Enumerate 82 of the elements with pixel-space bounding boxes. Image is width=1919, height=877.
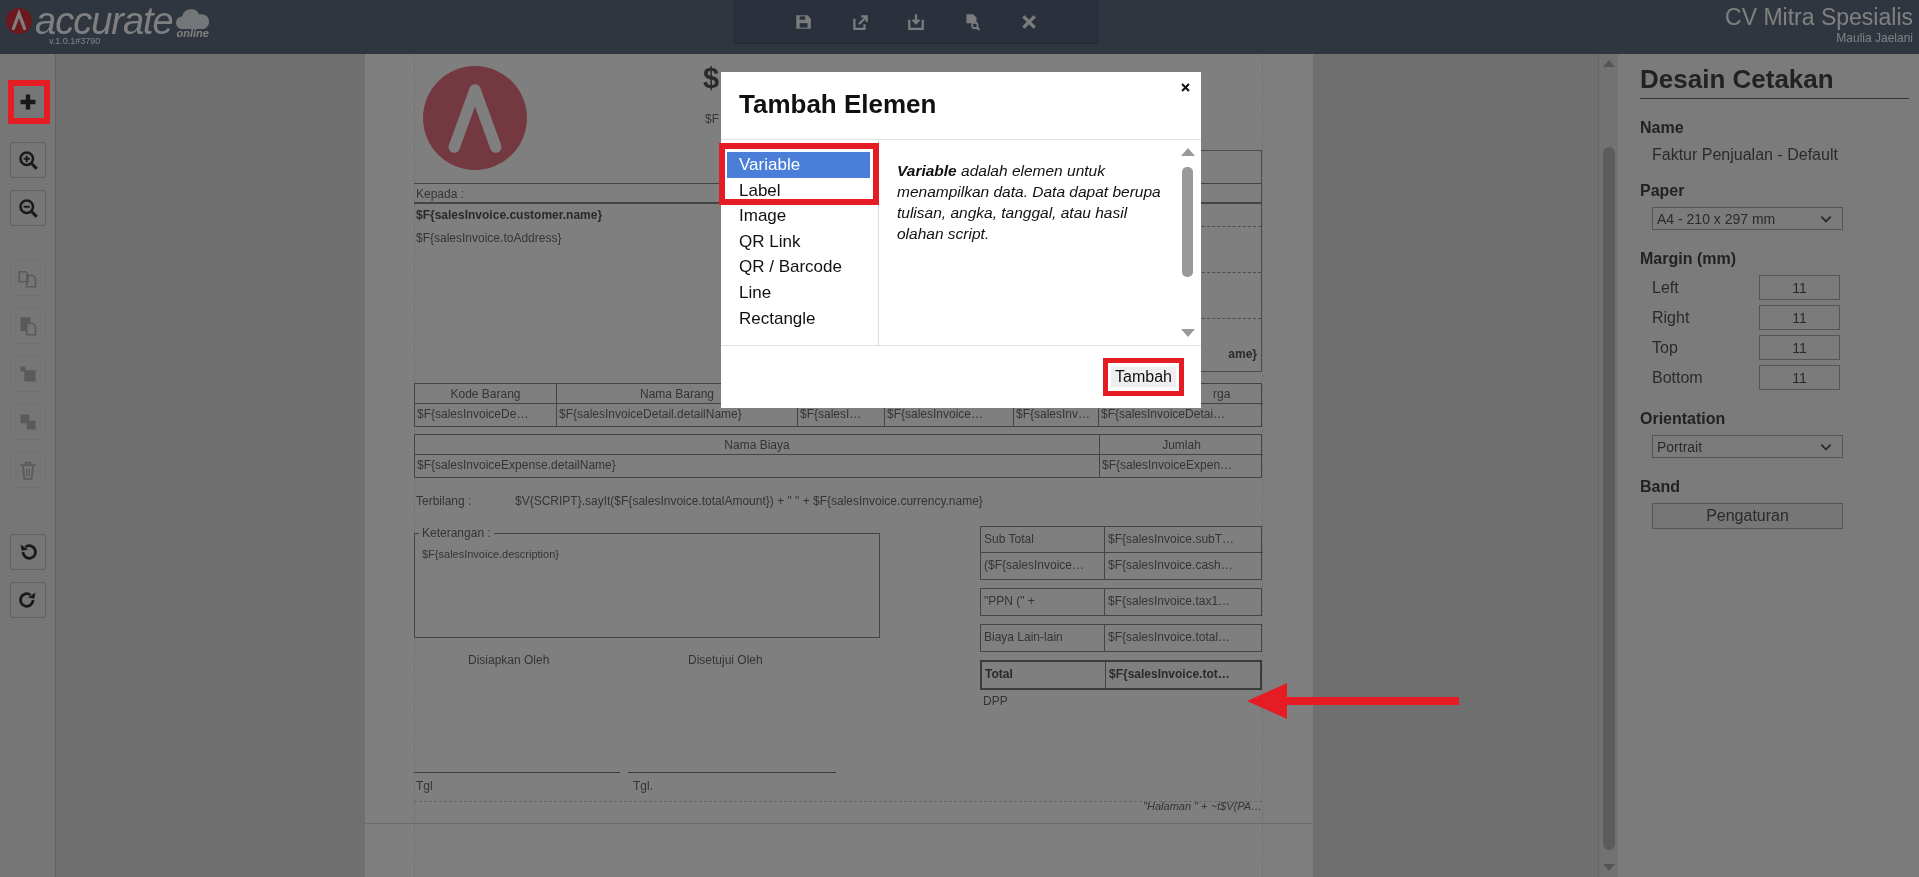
variable-field: $F{salesInvoice.toAddress} (416, 231, 562, 245)
select-field[interactable]: A4 - 210 x 297 mm (1652, 207, 1843, 230)
list-item[interactable]: Variable (727, 152, 870, 178)
table-cell-text: $F{salesInvoiceExpen… (1101, 457, 1234, 474)
cloud-icon (174, 9, 211, 31)
logo-subtitle: online (176, 27, 209, 39)
zoom-in-icon (17, 150, 38, 170)
field-label: Tgl (416, 779, 433, 793)
signature-label: Disiapkan Oleh (468, 653, 550, 667)
field-label: Margin (mm) (1640, 250, 1737, 268)
list-item[interactable]: QR / Barcode (727, 254, 870, 280)
table-cell-text: $F{salesInvoice.tot… (1108, 666, 1231, 683)
field-label: Tgl. (633, 779, 653, 793)
highlight-frame (8, 80, 50, 124)
version-label: v.1.0.1#3790 (49, 36, 101, 46)
number-field[interactable]: 11 (1759, 365, 1840, 390)
close-icon[interactable] (1180, 82, 1191, 93)
field-label: Terbilang : (416, 494, 472, 508)
table-cell: $F{salesInvoiceDe… (415, 404, 557, 426)
variable-field: $F{salesInvoice.customer.name} (416, 208, 603, 222)
company-name: CV Mitra Spesialis (1725, 4, 1913, 31)
zoom-in-button[interactable] (9, 142, 46, 178)
table-cell: ($F{salesInvoice… (981, 553, 1105, 579)
table-header: Kode Barang (415, 384, 557, 404)
table-cell-text: $F{salesInvoice.total… (1107, 629, 1232, 646)
field-label: Bottom (1652, 368, 1704, 387)
export-icon[interactable] (850, 12, 869, 31)
field-label: Top (1652, 338, 1679, 357)
field-label: Orientation (1640, 410, 1727, 428)
table-cell: Sub Total (981, 527, 1105, 553)
document-subtitle: $F (705, 112, 719, 126)
field-label: Name (1640, 119, 1685, 137)
variable-field: $F{salesInvoice.description} (422, 548, 872, 560)
add-button[interactable]: Tambah (1111, 367, 1176, 387)
variable-field: "Halaman " + ~t$V{PA… (1143, 800, 1262, 812)
import-icon[interactable] (906, 12, 925, 31)
logo-text: accurate (35, 3, 173, 39)
table-header: Nama Biaya (415, 435, 1100, 455)
table-header: Jumlah (1100, 435, 1263, 455)
signature-label: Disetujui Oleh (688, 653, 763, 667)
number-field[interactable]: 11 (1759, 305, 1840, 330)
variable-field: $V{SCRIPT}.sayIt($F{salesInvoice.totalAmount}) + " " + $F{salesInvoice.currency.name} (515, 494, 983, 508)
number-field[interactable]: 11 (1759, 335, 1840, 360)
table-cell: "PPN (" + (981, 589, 1105, 615)
number-field[interactable]: 11 (1759, 275, 1840, 300)
table-cell-text: $F{salesInvoice.cash… (1107, 557, 1234, 574)
field-label: Band (1640, 478, 1681, 496)
table-cell: Biaya Lain-lain (981, 625, 1105, 651)
dialog-title: Tambah Elemen (739, 89, 938, 120)
preview-icon[interactable] (963, 12, 982, 31)
select-field[interactable]: Portrait (1652, 435, 1843, 458)
table-cell-text: $F{salesInvoiceDetai… (1100, 406, 1227, 423)
field-label: Right (1652, 308, 1691, 327)
copy-icon (17, 268, 38, 288)
logo-icon (5, 7, 33, 35)
undo-button[interactable] (9, 534, 46, 570)
field-value: Faktur Penjualan - Default (1652, 146, 1839, 164)
settings-button[interactable]: Pengaturan (1652, 503, 1843, 529)
redo-button[interactable] (9, 582, 46, 618)
chevron-down-icon (1820, 214, 1832, 223)
table-cell-text: $F{salesInvoice.tax1… (1107, 593, 1232, 610)
zoom-out-button[interactable] (9, 190, 46, 226)
table-cell: $F{salesInvoice.subT… (1105, 527, 1263, 553)
user-name: Maulia Jaelani (1836, 31, 1913, 45)
table-cell: Total (982, 662, 1106, 688)
table-cell: $F{salesInvoiceExpense.detailName} (415, 455, 1100, 477)
field-label: Left (1652, 278, 1680, 297)
list-item[interactable]: QR Link (727, 228, 870, 255)
chevron-down-icon (1820, 442, 1832, 451)
save-icon[interactable] (794, 12, 813, 31)
list-item[interactable]: Line (727, 279, 870, 306)
field-label: DPP (983, 694, 1008, 708)
redo-icon (17, 590, 38, 610)
field-label: Paper (1640, 182, 1686, 200)
field-label: Keterangan : (419, 526, 494, 540)
document-title: $ (703, 62, 720, 95)
panel-title: Desain Cetakan (1640, 64, 1909, 99)
zoom-out-icon (17, 198, 38, 218)
list-item[interactable]: Rectangle (727, 305, 870, 332)
list-item[interactable]: Image (727, 203, 870, 229)
logo-icon (423, 66, 527, 170)
variable-field: ame} (1228, 347, 1257, 361)
